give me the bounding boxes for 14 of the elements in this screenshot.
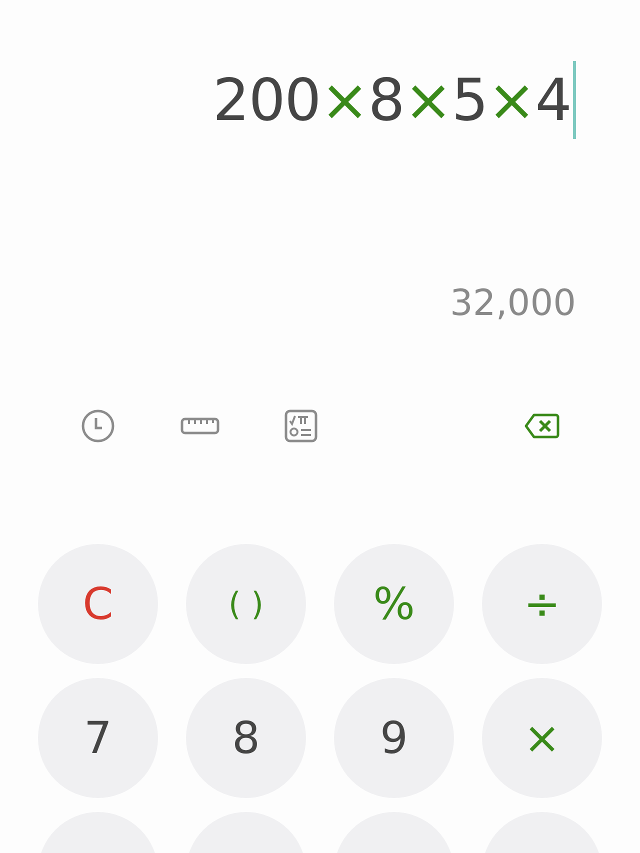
key-button[interactable]: %: [334, 544, 454, 664]
key-button[interactable]: 9: [334, 678, 454, 798]
key-button[interactable]: ×: [482, 678, 602, 798]
result-preview: 32,000: [450, 283, 576, 324]
key-button[interactable]: C: [38, 544, 158, 664]
expression-field[interactable]: 200×8×5×4: [212, 61, 576, 139]
backspace-icon[interactable]: [524, 413, 560, 439]
history-clock-icon[interactable]: [80, 408, 116, 444]
key-button[interactable]: 8: [186, 678, 306, 798]
key-button[interactable]: ( ): [186, 544, 306, 664]
math-functions-icon[interactable]: [284, 409, 318, 443]
key-button[interactable]: 7: [38, 678, 158, 798]
ruler-icon[interactable]: [180, 415, 220, 437]
key-button[interactable]: ÷: [482, 544, 602, 664]
